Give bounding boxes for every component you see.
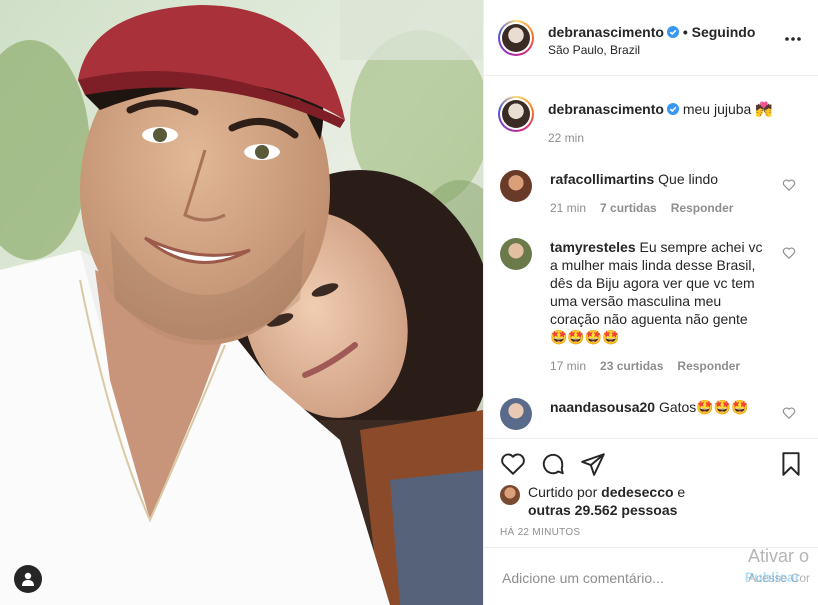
verified-icon — [666, 103, 679, 115]
likes-count-link[interactable]: outras 29.562 pessoas — [528, 502, 677, 518]
reply-button[interactable]: Responder — [671, 201, 734, 215]
post-timestamp[interactable]: HÁ 22 MINUTOS — [500, 527, 580, 538]
like-heart-icon[interactable] — [500, 451, 526, 477]
commenter-avatar[interactable] — [500, 170, 532, 202]
comment-time[interactable]: 17 min — [550, 359, 586, 373]
activation-watermark-title: Ativar o — [748, 546, 810, 566]
author-username[interactable]: debranascimento — [548, 24, 664, 40]
comment-time[interactable]: 21 min — [550, 201, 586, 215]
user-tag-icon — [22, 572, 34, 586]
caption-author-avatar[interactable] — [498, 96, 534, 132]
comment-likes[interactable]: 23 curtidas — [600, 359, 663, 373]
post-details-panel: debranascimento • Seguindo São Paulo, Br… — [483, 0, 818, 605]
comments-list[interactable]: debranascimento meu jujuba 💏 22 min rafa… — [484, 76, 818, 438]
commenter-username[interactable]: rafacollimartins — [550, 171, 654, 187]
commenter-username[interactable]: naandasousa20 — [550, 399, 655, 415]
likes-prefix: Curtido por — [528, 484, 598, 500]
verified-icon — [666, 26, 679, 38]
likes-conjunction: e — [673, 484, 686, 500]
heart-icon[interactable] — [782, 246, 796, 260]
caption-username[interactable]: debranascimento — [548, 101, 664, 117]
liker-username[interactable]: dedesecco — [601, 484, 673, 500]
caption-text: meu jujuba 💏 — [682, 101, 773, 117]
following-button[interactable]: • Seguindo — [683, 24, 756, 40]
author-avatar[interactable] — [498, 20, 534, 56]
user-tag-button[interactable] — [14, 565, 42, 593]
post-actions: Curtido por dedesecco e outras 29.562 pe… — [484, 438, 818, 547]
instagram-post-view: debranascimento • Seguindo São Paulo, Br… — [0, 0, 818, 605]
share-icon[interactable] — [580, 451, 606, 477]
post-header: debranascimento • Seguindo São Paulo, Br… — [484, 0, 818, 76]
couple-selfie-image — [0, 0, 483, 605]
comment-input[interactable] — [500, 566, 734, 590]
more-options-icon[interactable] — [784, 30, 802, 48]
caption: debranascimento meu jujuba 💏 22 min — [548, 100, 798, 145]
author-line: debranascimento • Seguindo — [548, 24, 755, 40]
post-location[interactable]: São Paulo, Brazil — [548, 43, 640, 57]
comment-text: Que lindo — [658, 171, 719, 187]
commenter-username[interactable]: tamyresteles — [550, 239, 636, 255]
comment-text: Gatos🤩🤩🤩 — [658, 399, 749, 415]
heart-icon[interactable] — [782, 406, 796, 420]
comment-likes[interactable]: 7 curtidas — [600, 201, 657, 215]
reply-button[interactable]: Responder — [677, 359, 740, 373]
heart-icon[interactable] — [782, 178, 796, 192]
commenter-avatar[interactable] — [500, 238, 532, 270]
comment-icon[interactable] — [540, 451, 566, 477]
activation-watermark-subtitle: Acesse Cor — [748, 571, 811, 585]
post-photo[interactable] — [0, 0, 483, 605]
caption-time[interactable]: 22 min — [548, 131, 584, 145]
bookmark-icon[interactable] — [778, 451, 804, 477]
commenter-avatar[interactable] — [500, 398, 532, 430]
liker-avatar[interactable] — [500, 485, 520, 505]
